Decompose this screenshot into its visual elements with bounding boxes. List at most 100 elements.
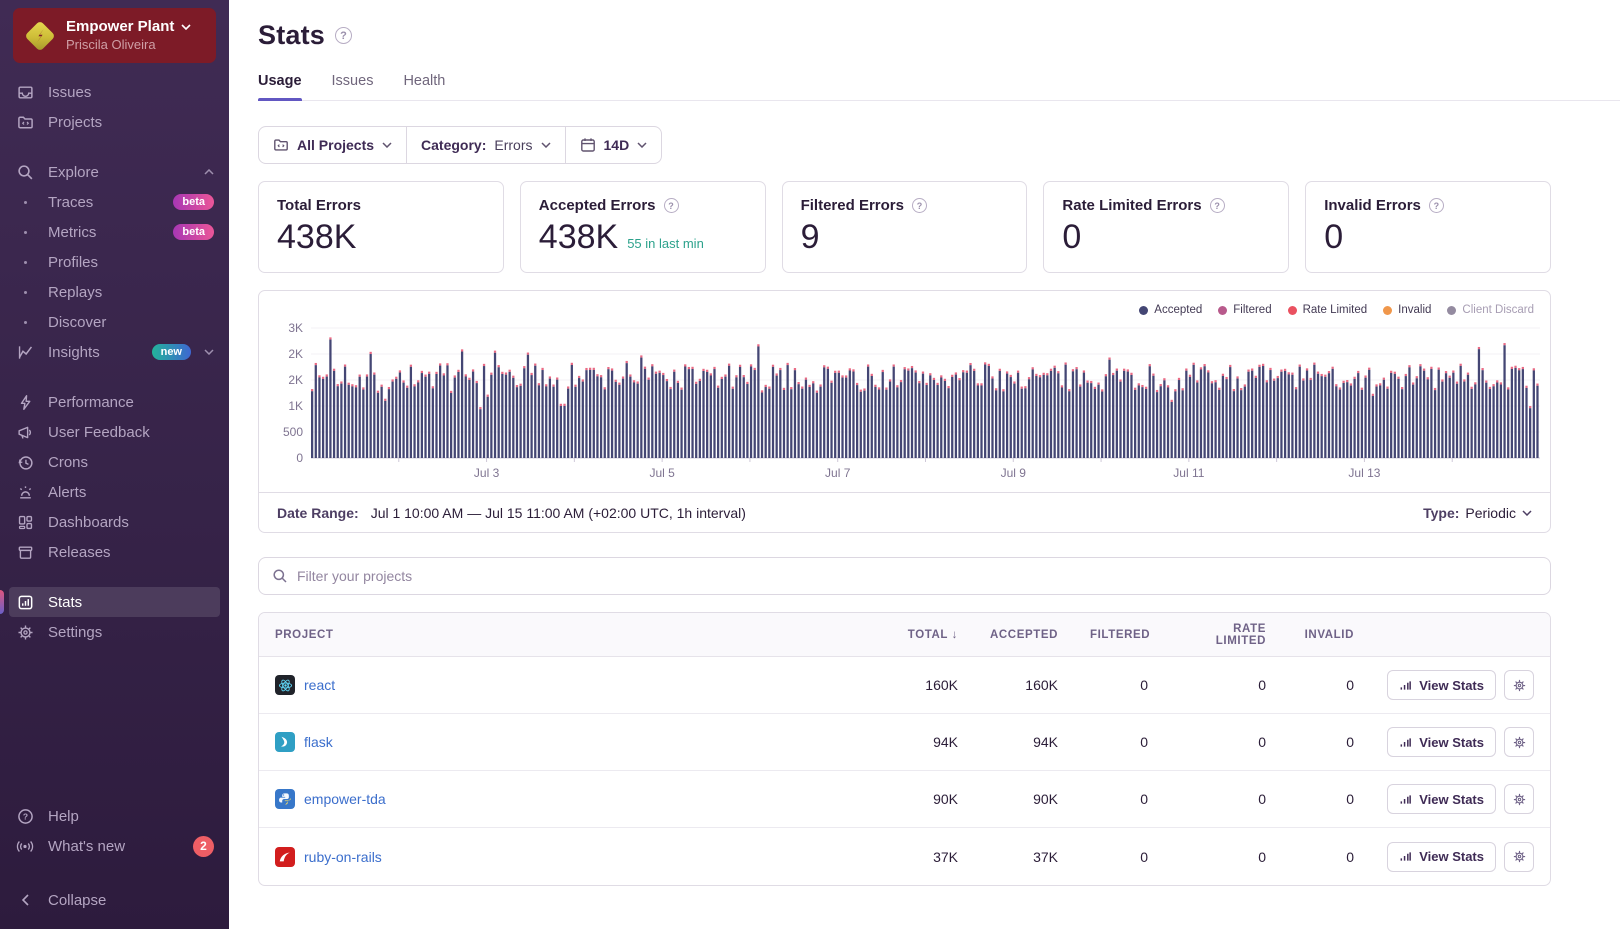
row-actions: View Stats [1370,842,1550,872]
column-header-total[interactable]: TOTAL ↓ [864,629,974,641]
help-icon[interactable]: ? [1429,198,1444,213]
svg-text:Jul 11: Jul 11 [1173,466,1204,480]
sidebar-item-crons[interactable]: Crons [9,447,220,477]
row-settings-button[interactable] [1504,670,1534,700]
sidebar-item-releases[interactable]: Releases [9,537,220,567]
sidebar-item-discover[interactable]: Discover [9,307,220,337]
help-icon[interactable]: ? [1210,198,1225,213]
legend-label: Accepted [1154,304,1202,316]
legend-item-rate-limited[interactable]: Rate Limited [1288,304,1368,316]
column-header-filtered[interactable]: FILTERED [1074,629,1164,641]
sidebar-item-help[interactable]: ?Help [9,801,220,831]
line-chart-icon [15,344,35,361]
svg-text:Jul 13: Jul 13 [1348,466,1380,480]
sidebar-item-profiles[interactable]: Profiles [9,247,220,277]
type-label: Type: [1423,505,1459,521]
projects-folder-icon [273,137,289,153]
main-content: Stats ? Usage Issues Health All Projects… [229,0,1620,929]
project-link[interactable]: empower-tda [304,791,386,807]
legend-item-filtered[interactable]: Filtered [1218,304,1271,316]
beta-badge: beta [173,224,214,240]
chevron-down-icon [382,142,392,148]
tab-issues[interactable]: Issues [332,73,374,100]
active-indicator [0,590,4,614]
stat-card-value: 438K [277,218,356,257]
svg-text:2K: 2K [288,373,303,387]
flask-icon [275,732,295,752]
view-stats-button[interactable]: View Stats [1387,727,1496,757]
sidebar-item-label: Insights [48,344,100,361]
view-stats-button[interactable]: View Stats [1387,842,1496,872]
project-link[interactable]: ruby-on-rails [304,849,382,865]
date-range-value: Jul 1 10:00 AM — Jul 15 11:00 AM (+02:00… [371,505,746,521]
search-input[interactable] [297,568,1537,584]
org-switcher[interactable]: Empower Plant Priscila Oliveira [13,8,216,63]
svg-text:?: ? [22,811,27,821]
project-filter[interactable]: All Projects [259,127,406,163]
sidebar-item-insights[interactable]: Insightsnew [9,337,220,367]
accepted-value: 90K [974,791,1074,807]
date-period-filter[interactable]: 14D [565,127,662,163]
type-dropdown[interactable]: Type: Periodic [1423,505,1532,521]
category-filter[interactable]: Category: Errors [406,127,564,163]
chevron-left-icon [15,894,35,906]
stat-card-label: Invalid Errors? [1324,197,1532,214]
bullet-icon [15,261,35,264]
bullet-icon [15,201,35,204]
project-link[interactable]: react [304,677,335,693]
legend-item-client-discard[interactable]: Client Discard [1447,304,1534,316]
sidebar-item-issues[interactable]: Issues [9,77,220,107]
column-header-rate-limited[interactable]: RATE LIMITED [1164,623,1282,647]
row-settings-button[interactable] [1504,842,1534,872]
sidebar-item-label: Metrics [48,224,96,241]
sidebar-item-stats[interactable]: Stats [9,587,220,617]
help-icon[interactable]: ? [912,198,927,213]
column-header-accepted[interactable]: ACCEPTED [974,629,1074,641]
sidebar-item-projects[interactable]: Projects [9,107,220,137]
filtered-value: 0 [1074,734,1164,750]
bar-chart-icon [1399,793,1412,806]
sidebar-item-alerts[interactable]: Alerts [9,477,220,507]
sidebar-item-performance[interactable]: Performance [9,387,220,417]
tab-usage[interactable]: Usage [258,73,302,100]
org-logo-icon [25,21,55,51]
accepted-value: 94K [974,734,1074,750]
svg-text:2K: 2K [288,347,303,361]
stat-card-title: Accepted Errors [539,197,656,214]
sidebar-item-replays[interactable]: Replays [9,277,220,307]
total-value: 37K [864,849,974,865]
page-help-icon[interactable]: ? [335,27,352,44]
usage-chart-panel: Accepted Filtered Rate Limited Invalid Clien… [258,290,1551,533]
total-value: 160K [864,677,974,693]
sidebar-item-explore[interactable]: Explore [9,157,220,187]
sidebar-item-what-s-new[interactable]: What's new2 [9,831,220,861]
sidebar-item-settings[interactable]: Settings [9,617,220,647]
svg-text:Jul 7: Jul 7 [825,466,851,480]
accepted-value: 37K [974,849,1074,865]
column-header-project[interactable]: PROJECT [259,629,864,641]
sidebar-item-user-feedback[interactable]: User Feedback [9,417,220,447]
sidebar-item-collapse[interactable]: Collapse [9,885,220,915]
table-header: PROJECTTOTAL ↓ACCEPTEDFILTEREDRATE LIMIT… [259,613,1550,657]
sidebar-item-traces[interactable]: Tracesbeta [9,187,220,217]
view-stats-label: View Stats [1419,735,1484,750]
legend-item-accepted[interactable]: Accepted [1139,304,1202,316]
help-icon[interactable]: ? [664,198,679,213]
sidebar-item-dashboards[interactable]: Dashboards [9,507,220,537]
project-cell: ruby-on-rails [259,847,864,867]
issues-icon [15,84,35,101]
column-header-invalid[interactable]: INVALID [1282,629,1370,641]
view-stats-button[interactable]: View Stats [1387,670,1496,700]
view-stats-button[interactable]: View Stats [1387,784,1496,814]
legend-item-invalid[interactable]: Invalid [1383,304,1431,316]
row-settings-button[interactable] [1504,784,1534,814]
project-link[interactable]: flask [304,734,333,750]
view-stats-label: View Stats [1419,678,1484,693]
tab-health[interactable]: Health [403,73,445,100]
table-row: empower-tda90K90K000View Stats [259,771,1550,828]
svg-text:3K: 3K [288,321,303,335]
sidebar-item-metrics[interactable]: Metrics beta [9,217,220,247]
stat-card-rate-limited-errors: Rate Limited Errors?0 [1043,181,1289,273]
row-settings-button[interactable] [1504,727,1534,757]
table-body: react160K160K000View Statsflask94K94K000… [259,657,1550,885]
